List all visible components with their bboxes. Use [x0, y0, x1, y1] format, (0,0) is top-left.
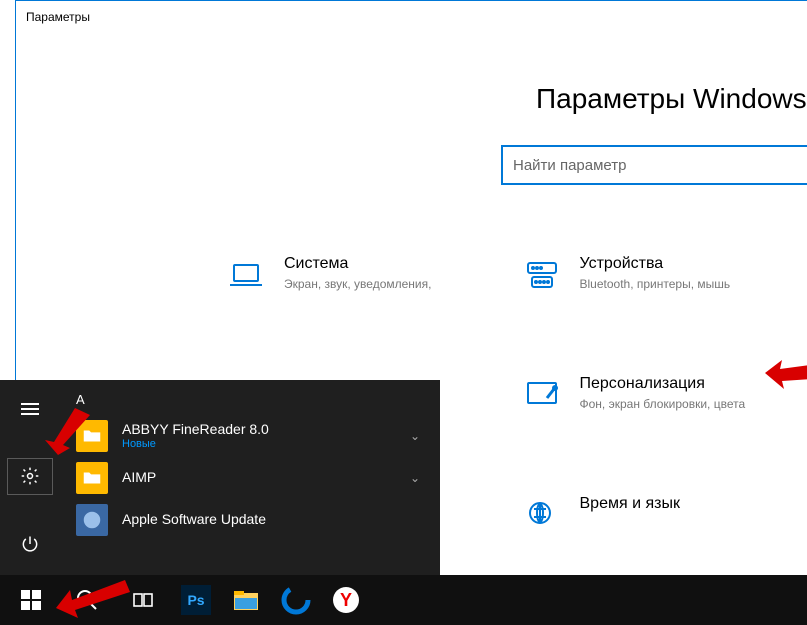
settings-button[interactable] — [7, 458, 53, 496]
power-icon — [20, 534, 40, 554]
category-system[interactable]: Система Экран, звук, уведомления, — [226, 255, 492, 295]
chevron-down-icon: ⌄ — [410, 429, 420, 443]
taskbar-app-photoshop[interactable]: Ps — [172, 580, 220, 620]
app-name: AIMP — [122, 470, 156, 485]
app-item[interactable]: ABBYY FineReader 8.0 Новые ⌄ — [72, 415, 434, 457]
update-icon — [76, 504, 108, 536]
photoshop-icon: Ps — [181, 585, 211, 615]
chevron-down-icon: ⌄ — [410, 471, 420, 485]
power-button[interactable] — [7, 525, 53, 563]
laptop-icon — [226, 255, 266, 295]
category-time-language[interactable]: Время и язык — [522, 495, 788, 535]
category-title: Устройства — [580, 255, 731, 273]
hamburger-icon — [21, 403, 39, 415]
category-desc: Фон, экран блокировки, цвета — [580, 397, 746, 411]
windows-icon — [21, 590, 41, 610]
category-title: Система — [284, 255, 431, 273]
personalization-icon — [522, 375, 562, 415]
folder-icon — [76, 462, 108, 494]
start-button[interactable] — [4, 576, 58, 624]
svg-text:Ps: Ps — [187, 592, 204, 608]
explorer-icon — [231, 585, 261, 615]
search-input[interactable] — [501, 145, 807, 185]
taskbar-app-yandex[interactable]: Y — [322, 580, 370, 620]
svg-text:Y: Y — [340, 590, 352, 610]
app-item[interactable]: Apple Software Update — [72, 499, 434, 541]
category-desc: Экран, звук, уведомления, — [284, 277, 431, 291]
page-heading: Параметры Windows — [536, 83, 807, 115]
devices-icon — [522, 255, 562, 295]
category-personalization[interactable]: Персонализация Фон, экран блокировки, цв… — [522, 375, 788, 415]
start-rail — [0, 380, 60, 575]
edge-icon — [281, 585, 311, 615]
category-devices[interactable]: Устройства Bluetooth, принтеры, мышь — [522, 255, 788, 295]
category-title: Время и язык — [580, 495, 680, 513]
taskbar-app-explorer[interactable] — [222, 580, 270, 620]
titlebar: Параметры — [16, 1, 807, 33]
yandex-icon: Y — [331, 585, 361, 615]
search-wrap — [501, 145, 807, 185]
taskview-icon — [131, 588, 155, 612]
taskbar-app-edge[interactable] — [272, 580, 320, 620]
app-name: Apple Software Update — [122, 512, 266, 527]
app-name: ABBYY FineReader 8.0 — [122, 422, 269, 437]
hamburger-button[interactable] — [7, 390, 53, 428]
taskview-button[interactable] — [116, 576, 170, 624]
category-desc: Bluetooth, принтеры, мышь — [580, 277, 731, 291]
app-subtitle: Новые — [122, 438, 269, 450]
section-letter[interactable]: A — [76, 392, 434, 407]
category-title: Персонализация — [580, 375, 746, 393]
time-language-icon — [522, 495, 562, 535]
taskbar: Ps Y — [0, 575, 807, 625]
search-icon — [75, 588, 99, 612]
apps-list[interactable]: A ABBYY FineReader 8.0 Новые ⌄ AIMP ⌄ Ap… — [60, 380, 440, 575]
folder-icon — [76, 420, 108, 452]
start-menu: A ABBYY FineReader 8.0 Новые ⌄ AIMP ⌄ Ap… — [0, 380, 440, 575]
gear-icon — [20, 466, 40, 486]
window-title: Параметры — [26, 10, 90, 24]
app-item[interactable]: AIMP ⌄ — [72, 457, 434, 499]
search-button[interactable] — [60, 576, 114, 624]
